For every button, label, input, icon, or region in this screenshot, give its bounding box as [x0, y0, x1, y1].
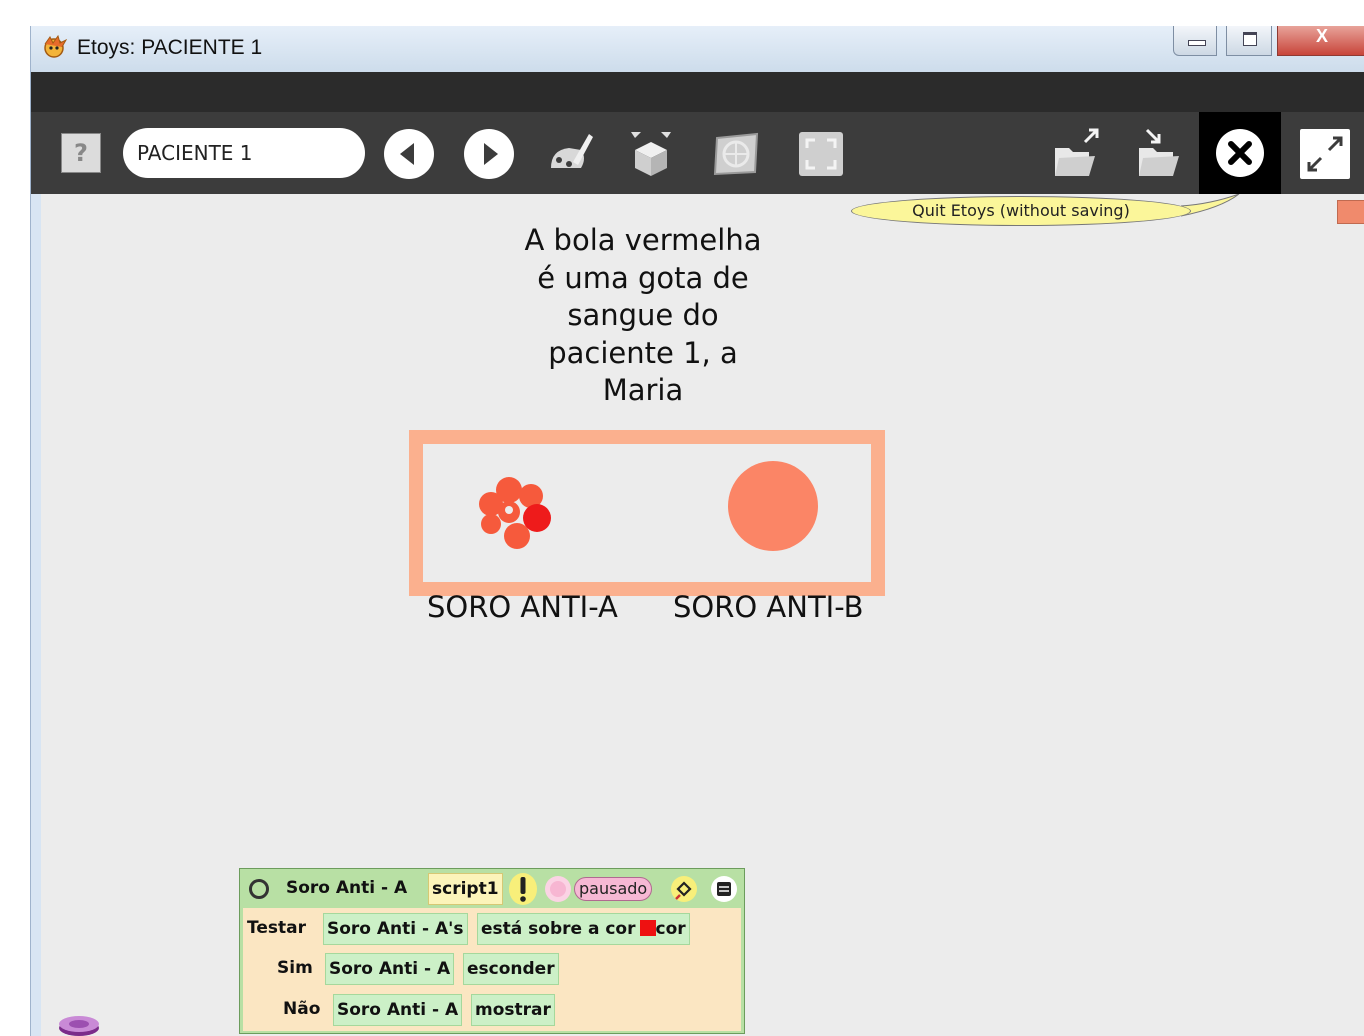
- etoys-toolbar: ? PACIENTE 1: [31, 112, 1364, 194]
- test-condition-label: está sobre a cor: [481, 919, 636, 939]
- description-line: é uma gota de: [537, 260, 749, 295]
- load-project-icon[interactable]: [1131, 128, 1183, 180]
- eye-dropper-icon[interactable]: [670, 875, 698, 903]
- script-menu-circle-icon[interactable]: [248, 878, 270, 900]
- language-icon[interactable]: [711, 128, 763, 180]
- blood-drop[interactable]: [469, 474, 559, 554]
- tooltip-tail: [1181, 194, 1240, 217]
- color-swatch[interactable]: [639, 920, 656, 936]
- description-text[interactable]: A bola vermelha é uma gota de sangue do …: [503, 222, 783, 410]
- yes-subject-tile[interactable]: Soro Anti - A: [325, 953, 455, 985]
- serum-a-label[interactable]: SORO ANTI-A: [427, 590, 618, 624]
- close-icon: X: [1316, 26, 1329, 46]
- yes-keyword: Sim: [277, 958, 313, 978]
- script-name-field[interactable]: script1: [428, 873, 503, 905]
- color-label: cor: [655, 919, 686, 939]
- description-line: Maria: [602, 373, 684, 407]
- description-line: paciente 1, a: [548, 335, 738, 370]
- next-page-icon[interactable]: [463, 128, 515, 180]
- no-subject-tile[interactable]: Soro Anti - A: [333, 994, 463, 1026]
- serum-b-ball[interactable]: [728, 461, 818, 551]
- test-keyword: Testar: [247, 918, 306, 938]
- show-command-tile[interactable]: mostrar: [471, 994, 555, 1026]
- description-line: sangue do: [567, 298, 719, 332]
- script-menu-icon[interactable]: [710, 875, 738, 903]
- quit-icon: [1216, 129, 1264, 177]
- script-body: Testar Soro Anti - A's está sobre a cor c…: [243, 908, 741, 1031]
- serum-b-label[interactable]: SORO ANTI-B: [673, 590, 864, 624]
- script-editor[interactable]: Soro Anti - A script1 pausado Testar Sor…: [239, 868, 745, 1034]
- script-header: Soro Anti - A script1 pausado: [240, 869, 744, 907]
- supplies-icon[interactable]: [625, 128, 677, 180]
- corner-handle[interactable]: [1337, 200, 1364, 224]
- previous-page-icon[interactable]: [383, 128, 435, 180]
- quit-button[interactable]: [1199, 112, 1281, 194]
- zoom-icon[interactable]: [1299, 128, 1351, 180]
- window-title: Etoys: PACIENTE 1: [77, 36, 263, 59]
- etoys-window: Etoys: PACIENTE 1 X ? PACIENTE 1 Quit Et…: [30, 26, 1364, 1036]
- description-line: A bola vermelha: [524, 223, 762, 257]
- no-keyword: Não: [283, 999, 321, 1019]
- window-title-bar[interactable]: Etoys: PACIENTE 1 X: [31, 26, 1364, 72]
- save-project-icon[interactable]: [1051, 128, 1103, 180]
- close-window-button[interactable]: X: [1277, 26, 1364, 56]
- test-condition-tile[interactable]: está sobre a cor cor: [477, 913, 690, 945]
- paint-icon[interactable]: [545, 128, 597, 180]
- hide-command-tile[interactable]: esconder: [463, 953, 559, 985]
- minimize-button[interactable]: [1173, 26, 1217, 56]
- clock-icon[interactable]: [543, 873, 573, 905]
- script-player-name[interactable]: Soro Anti - A: [286, 873, 407, 903]
- maximize-button[interactable]: [1226, 26, 1272, 56]
- help-button[interactable]: ?: [61, 133, 101, 173]
- trash-disc-icon[interactable]: [57, 1014, 101, 1036]
- project-name-field[interactable]: PACIENTE 1: [123, 128, 365, 178]
- etoys-world[interactable]: Quit Etoys (without saving) A bola verme…: [41, 194, 1364, 1036]
- fullscreen-icon[interactable]: [795, 128, 847, 180]
- run-once-icon[interactable]: [508, 872, 538, 906]
- etoys-app-icon: [44, 34, 67, 58]
- menu-strip: [31, 72, 1364, 112]
- script-status-toggle[interactable]: pausado: [574, 877, 653, 901]
- quit-tooltip: Quit Etoys (without saving): [851, 196, 1191, 226]
- test-subject-tile[interactable]: Soro Anti - A's: [323, 913, 468, 945]
